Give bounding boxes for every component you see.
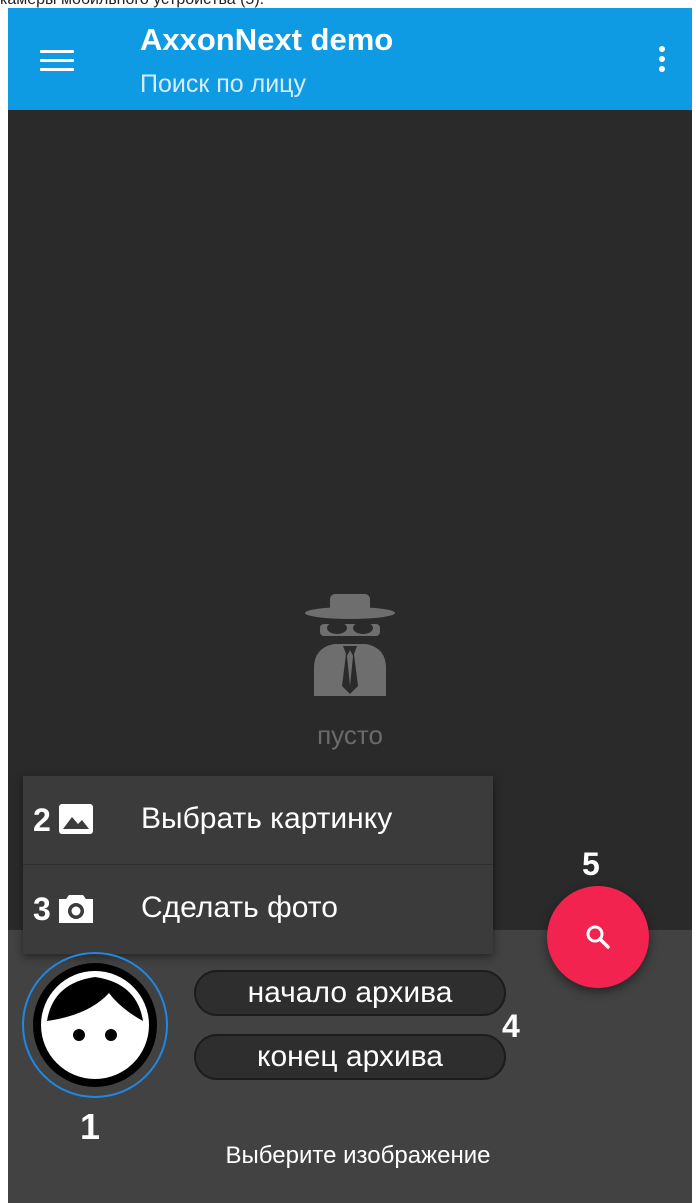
menu-item-choose-image[interactable]: 2 Выбрать картинку <box>23 776 493 865</box>
face-icon[interactable] <box>33 963 157 1087</box>
menu-item-take-photo[interactable]: 3 Сделать фото <box>23 865 493 953</box>
archive-end-button[interactable]: конец архива <box>194 1034 506 1080</box>
phone-screen: AxxonNext demo Поиск по лицу пусто 2 Выб… <box>8 8 692 1203</box>
image-source-menu: 2 Выбрать картинку 3 Сделать фото <box>23 776 493 954</box>
search-button[interactable] <box>547 886 649 988</box>
menu-icon[interactable] <box>40 50 74 72</box>
archive-start-button[interactable]: начало архива <box>194 970 506 1016</box>
menu-item-label: Выбрать картинку <box>141 802 393 835</box>
image-icon <box>59 804 93 834</box>
callout-number: 2 <box>33 802 51 838</box>
search-icon <box>586 925 610 949</box>
callout-number: 5 <box>582 846 600 882</box>
document-caption: камеры мобильного устройства (5). <box>0 0 696 8</box>
callout-number: 4 <box>502 1008 520 1044</box>
empty-state-text: пусто <box>317 720 383 750</box>
menu-item-label: Сделать фото <box>141 891 338 924</box>
camera-icon <box>59 893 93 923</box>
app-title: AxxonNext demo <box>140 22 394 57</box>
app-bar: AxxonNext demo Поиск по лицу <box>8 8 692 110</box>
more-vert-icon[interactable] <box>654 42 670 78</box>
callout-number: 3 <box>33 891 51 927</box>
incognito-icon <box>300 586 400 696</box>
callout-number: 1 <box>80 1106 101 1147</box>
app-subtitle: Поиск по лицу <box>140 70 306 98</box>
hint-text: Выберите изображение <box>225 1142 491 1169</box>
